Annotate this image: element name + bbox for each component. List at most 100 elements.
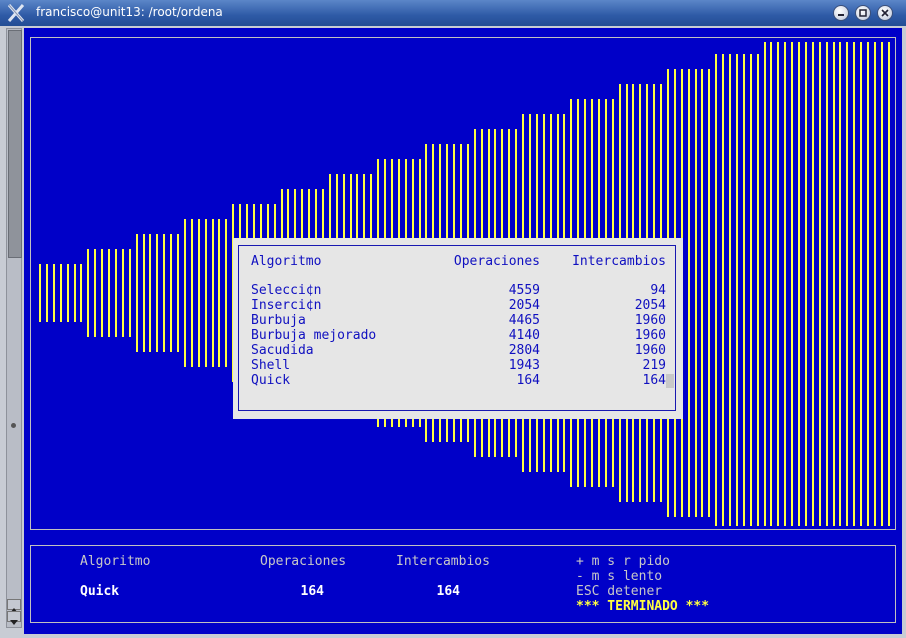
sort-bar bbox=[80, 264, 83, 322]
sort-bar bbox=[818, 42, 821, 526]
result-row-swaps: 1960 bbox=[634, 313, 666, 328]
results-header-swaps: Intercambios bbox=[572, 254, 666, 269]
scroll-down-button[interactable] bbox=[7, 611, 21, 625]
close-button[interactable] bbox=[877, 5, 893, 21]
help-stop: ESC detener bbox=[576, 584, 663, 599]
window-title: francisco@unit13: /root/ordena bbox=[36, 5, 223, 19]
sort-bar bbox=[45, 264, 48, 322]
text-cursor bbox=[666, 374, 674, 388]
sort-bar bbox=[190, 219, 193, 367]
result-row-operations: 1943 bbox=[508, 358, 540, 373]
sort-bar bbox=[832, 42, 835, 526]
sort-bar bbox=[715, 54, 718, 526]
sort-bar bbox=[867, 42, 869, 526]
result-row-name: Burbuja bbox=[251, 313, 306, 328]
result-row-swaps: 94 bbox=[650, 283, 666, 298]
sort-bar bbox=[177, 234, 179, 352]
status-current-swaps: 164 bbox=[436, 584, 460, 599]
status-header-swaps: Intercambios bbox=[396, 554, 490, 569]
sort-bar bbox=[749, 54, 752, 526]
sort-bar bbox=[225, 219, 228, 367]
minimize-button[interactable] bbox=[833, 5, 849, 21]
sort-bar bbox=[218, 219, 221, 367]
sort-bar bbox=[873, 42, 876, 526]
results-dialog: Algoritmo Operaciones Intercambios Selec… bbox=[233, 238, 683, 419]
result-row-swaps: 1960 bbox=[634, 343, 666, 358]
arrow-down-icon bbox=[10, 620, 18, 625]
help-faster: + m s r pido bbox=[576, 554, 670, 569]
sort-bar bbox=[149, 234, 152, 352]
sort-bar bbox=[722, 54, 725, 526]
sort-bar bbox=[804, 42, 807, 526]
sort-bar bbox=[777, 42, 780, 526]
status-panel: Algoritmo Operaciones Intercambios Quick… bbox=[30, 545, 896, 623]
result-row-swaps: 2054 bbox=[634, 298, 666, 313]
sort-bar bbox=[735, 54, 738, 526]
sort-bar bbox=[59, 264, 62, 322]
minimize-icon bbox=[838, 14, 844, 16]
sort-bar bbox=[687, 69, 690, 517]
sort-bar bbox=[73, 264, 76, 322]
status-header-operations: Operaciones bbox=[260, 554, 347, 569]
sort-bar bbox=[87, 249, 90, 337]
scrollbar-thumb[interactable] bbox=[8, 30, 22, 258]
sort-bar bbox=[211, 219, 214, 367]
sort-bar bbox=[798, 42, 800, 526]
terminal-window: francisco@unit13: /root/ordena Algoritmo… bbox=[0, 0, 906, 638]
sort-bar bbox=[142, 234, 145, 352]
sort-bar bbox=[694, 69, 697, 517]
sort-bar bbox=[156, 234, 159, 352]
sort-bar bbox=[170, 234, 173, 352]
finished-label: *** TERMINADO *** bbox=[576, 599, 710, 614]
help-slower: - m s lento bbox=[576, 569, 663, 584]
sort-bar bbox=[101, 249, 104, 337]
sort-bar bbox=[128, 249, 131, 337]
result-row-operations: 4559 bbox=[508, 283, 540, 298]
sort-bar bbox=[135, 234, 138, 352]
result-row-swaps: 164 bbox=[642, 373, 666, 388]
results-header-algorithm: Algoritmo bbox=[251, 254, 322, 269]
status-current-algorithm: Quick bbox=[80, 584, 120, 599]
sort-bar bbox=[784, 42, 787, 526]
sort-bar bbox=[108, 249, 110, 337]
result-row-name: Quick bbox=[251, 373, 291, 388]
title-bar[interactable]: francisco@unit13: /root/ordena bbox=[0, 0, 906, 26]
result-row-operations: 4465 bbox=[508, 313, 540, 328]
result-row-operations: 2804 bbox=[508, 343, 540, 358]
results-header-operations: Operaciones bbox=[453, 254, 540, 269]
sort-bar bbox=[183, 219, 186, 367]
sort-bar bbox=[887, 42, 890, 526]
result-row-swaps: 1960 bbox=[634, 328, 666, 343]
result-row-name: Inserci¢n bbox=[251, 298, 322, 313]
sort-bar bbox=[197, 219, 200, 367]
status-header-algorithm: Algoritmo bbox=[80, 554, 151, 569]
sort-bar bbox=[52, 264, 55, 322]
maximize-icon bbox=[859, 9, 867, 17]
sort-bar bbox=[204, 219, 207, 367]
result-row-operations: 164 bbox=[516, 373, 540, 388]
sort-bar bbox=[763, 42, 766, 526]
maximize-button[interactable] bbox=[855, 5, 871, 21]
scroll-up-button[interactable] bbox=[7, 599, 21, 613]
sort-bar bbox=[114, 249, 117, 337]
result-row-name: Sacudida bbox=[251, 343, 314, 358]
sort-bar bbox=[839, 42, 842, 526]
sort-bar bbox=[846, 42, 849, 526]
vertical-scrollbar[interactable] bbox=[6, 28, 22, 628]
sort-bar bbox=[880, 42, 883, 526]
sort-bar bbox=[825, 42, 828, 526]
sort-bar bbox=[66, 264, 69, 322]
sort-bar bbox=[742, 54, 745, 526]
scrollbar-mark-icon bbox=[11, 423, 16, 428]
sort-bar bbox=[163, 234, 166, 352]
sort-bar bbox=[121, 249, 124, 337]
sort-bar bbox=[39, 264, 41, 322]
close-icon bbox=[881, 9, 889, 17]
sort-bar bbox=[708, 69, 711, 517]
sort-bar bbox=[756, 54, 759, 526]
status-current-operations: 164 bbox=[300, 584, 324, 599]
sort-bar bbox=[701, 69, 704, 517]
result-row-swaps: 219 bbox=[642, 358, 666, 373]
x-logo-icon bbox=[7, 4, 25, 22]
sort-bar bbox=[860, 42, 863, 526]
